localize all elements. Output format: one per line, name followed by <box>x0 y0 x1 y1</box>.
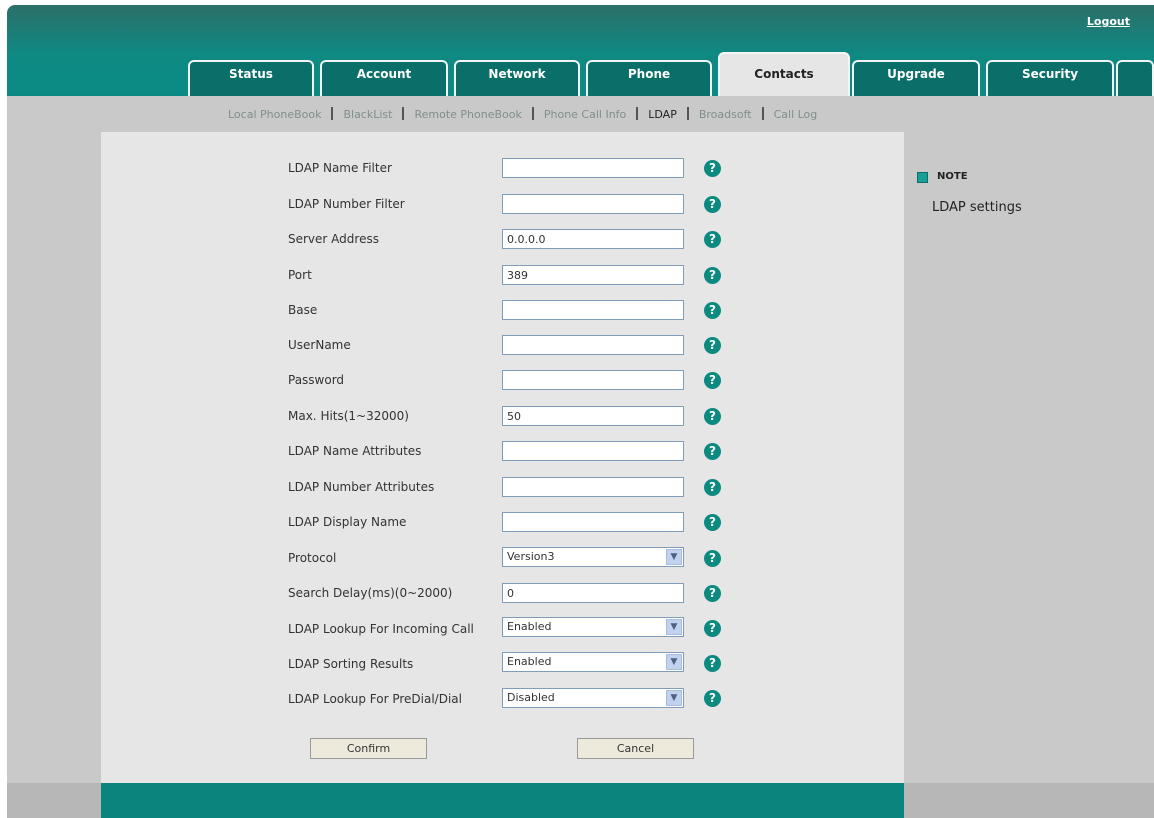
search-delay-input[interactable] <box>502 583 684 603</box>
ldap-display-name-label: LDAP Display Name <box>288 515 407 529</box>
header-bar: Logout <box>7 5 1154 96</box>
chevron-down-icon[interactable]: ▼ <box>666 549 682 565</box>
ldap-number-attributes-label: LDAP Number Attributes <box>288 480 435 494</box>
right-footer <box>904 783 1154 818</box>
sorting-results-label: LDAP Sorting Results <box>288 657 414 671</box>
help-icon[interactable]: ? <box>704 585 721 602</box>
tab-status[interactable]: Status <box>188 60 314 96</box>
submenu-call-log[interactable]: Call Log <box>774 108 818 121</box>
tab-contacts[interactable]: Contacts <box>718 52 850 98</box>
help-icon[interactable]: ? <box>704 479 721 496</box>
lookup-incoming-call-select[interactable]: Enabled ▼ <box>502 617 684 637</box>
username-input[interactable] <box>502 335 684 355</box>
submenu-separator <box>531 107 534 120</box>
help-icon[interactable]: ? <box>704 408 721 425</box>
ldap-name-attributes-label: LDAP Name Attributes <box>288 444 422 458</box>
ldap-number-filter-label: LDAP Number Filter <box>288 197 405 211</box>
ldap-name-attributes-input[interactable] <box>502 441 684 461</box>
submenu: Local PhoneBook BlackList Remote PhoneBook… <box>228 107 817 121</box>
chevron-down-icon[interactable]: ▼ <box>666 619 682 635</box>
note-square-icon <box>917 172 928 183</box>
protocol-label: Protocol <box>288 551 337 565</box>
left-footer <box>7 783 101 818</box>
confirm-button[interactable]: Confirm <box>310 738 427 759</box>
port-label: Port <box>288 268 312 282</box>
lookup-predial-label: LDAP Lookup For PreDial/Dial <box>288 692 462 706</box>
ldap-name-filter-label: LDAP Name Filter <box>288 161 392 175</box>
tab-more[interactable] <box>1116 60 1154 96</box>
tab-security[interactable]: Security <box>986 60 1114 96</box>
ldap-number-attributes-input[interactable] <box>502 477 684 497</box>
footer-bar <box>101 783 904 818</box>
submenu-broadsoft[interactable]: Broadsoft <box>699 108 752 121</box>
max-hits-label: Max. Hits(1~32000) <box>288 409 409 423</box>
help-icon[interactable]: ? <box>704 196 721 213</box>
chevron-down-icon[interactable]: ▼ <box>666 654 682 670</box>
left-sidebar <box>7 132 101 818</box>
help-icon[interactable]: ? <box>704 550 721 567</box>
help-icon[interactable]: ? <box>704 160 721 177</box>
sorting-results-value: Enabled <box>507 655 552 668</box>
note-title: NOTE <box>937 171 968 182</box>
password-input[interactable] <box>502 370 684 390</box>
note-text: LDAP settings <box>932 200 1022 215</box>
help-icon[interactable]: ? <box>704 372 721 389</box>
ldap-display-name-input[interactable] <box>502 512 684 532</box>
help-icon[interactable]: ? <box>704 443 721 460</box>
submenu-phone-call-info[interactable]: Phone Call Info <box>544 108 626 121</box>
cancel-button[interactable]: Cancel <box>577 738 694 759</box>
lookup-incoming-call-value: Enabled <box>507 620 552 633</box>
help-icon[interactable]: ? <box>704 655 721 672</box>
tab-phone[interactable]: Phone <box>586 60 712 96</box>
right-sidebar <box>904 132 1154 818</box>
ldap-name-filter-input[interactable] <box>502 158 684 178</box>
lookup-predial-select[interactable]: Disabled ▼ <box>502 688 684 708</box>
protocol-select-value: Version3 <box>507 550 555 563</box>
submenu-separator <box>331 107 334 120</box>
submenu-remote-phonebook[interactable]: Remote PhoneBook <box>414 108 521 121</box>
base-label: Base <box>288 303 318 317</box>
submenu-local-phonebook[interactable]: Local PhoneBook <box>228 108 321 121</box>
help-icon[interactable]: ? <box>704 514 721 531</box>
max-hits-input[interactable] <box>502 406 684 426</box>
submenu-separator <box>402 107 405 120</box>
help-icon[interactable]: ? <box>704 231 721 248</box>
lookup-predial-value: Disabled <box>507 691 555 704</box>
help-icon[interactable]: ? <box>704 267 721 284</box>
username-label: UserName <box>288 338 351 352</box>
submenu-separator <box>636 107 639 120</box>
submenu-blacklist[interactable]: BlackList <box>343 108 392 121</box>
lookup-incoming-call-label: LDAP Lookup For Incoming Call <box>288 622 474 636</box>
help-icon[interactable]: ? <box>704 302 721 319</box>
ldap-number-filter-input[interactable] <box>502 194 684 214</box>
submenu-separator <box>686 107 689 120</box>
submenu-separator <box>761 107 764 120</box>
search-delay-label: Search Delay(ms)(0~2000) <box>288 586 453 600</box>
submenu-ldap[interactable]: LDAP <box>648 108 677 121</box>
help-icon[interactable]: ? <box>704 337 721 354</box>
server-address-input[interactable] <box>502 229 684 249</box>
help-icon[interactable]: ? <box>704 620 721 637</box>
server-address-label: Server Address <box>288 232 379 246</box>
protocol-select[interactable]: Version3 ▼ <box>502 547 684 567</box>
port-input[interactable] <box>502 265 684 285</box>
tab-upgrade[interactable]: Upgrade <box>852 60 980 96</box>
tab-network[interactable]: Network <box>454 60 580 96</box>
chevron-down-icon[interactable]: ▼ <box>666 690 682 706</box>
sorting-results-select[interactable]: Enabled ▼ <box>502 652 684 672</box>
tab-account[interactable]: Account <box>320 60 448 96</box>
password-label: Password <box>288 373 345 387</box>
help-icon[interactable]: ? <box>704 690 721 707</box>
logout-link[interactable]: Logout <box>1087 15 1130 28</box>
base-input[interactable] <box>502 300 684 320</box>
